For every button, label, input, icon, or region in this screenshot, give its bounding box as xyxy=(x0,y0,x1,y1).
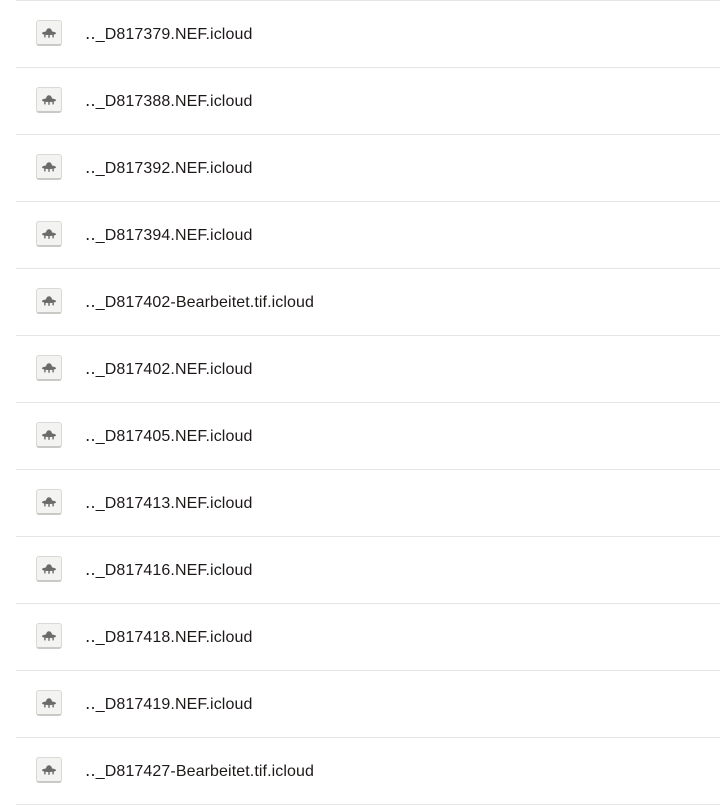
file-name[interactable]: ‥_D817394.NEF.icloud xyxy=(85,225,252,245)
file-row[interactable]: ‥_D817418.NEF.icloud xyxy=(16,604,720,671)
file-name[interactable]: ‥_D817419.NEF.icloud xyxy=(85,694,252,714)
file-row[interactable]: ‥_D817416.NEF.icloud xyxy=(16,537,720,604)
file-row[interactable]: ‥_D817392.NEF.icloud xyxy=(16,135,720,202)
file-row[interactable]: ‥_D817419.NEF.icloud xyxy=(16,671,720,738)
file-row[interactable]: ‥_D817402.NEF.icloud xyxy=(16,336,720,403)
file-row[interactable]: ‥_D817394.NEF.icloud xyxy=(16,202,720,269)
ufo-icon xyxy=(36,154,62,180)
file-name[interactable]: ‥_D817402-Bearbeitet.tif.icloud xyxy=(85,292,314,312)
ufo-icon xyxy=(36,221,62,247)
file-name[interactable]: ‥_D817418.NEF.icloud xyxy=(85,627,252,647)
file-list: ‥_D817379.NEF.icloud ‥_D817388.NEF.iclou… xyxy=(16,0,720,805)
file-row[interactable]: ‥_D817405.NEF.icloud xyxy=(16,403,720,470)
file-name[interactable]: ‥_D817416.NEF.icloud xyxy=(85,560,252,580)
file-row[interactable]: ‥_D817388.NEF.icloud xyxy=(16,68,720,135)
file-name[interactable]: ‥_D817402.NEF.icloud xyxy=(85,359,252,379)
ufo-icon xyxy=(36,422,62,448)
ufo-icon xyxy=(36,87,62,113)
ufo-icon xyxy=(36,556,62,582)
ufo-icon xyxy=(36,288,62,314)
file-row[interactable]: ‥_D817402-Bearbeitet.tif.icloud xyxy=(16,269,720,336)
file-row[interactable]: ‥_D817379.NEF.icloud xyxy=(16,1,720,68)
ufo-icon xyxy=(36,623,62,649)
file-name[interactable]: ‥_D817413.NEF.icloud xyxy=(85,493,252,513)
ufo-icon xyxy=(36,757,62,783)
ufo-icon xyxy=(36,355,62,381)
file-name[interactable]: ‥_D817427-Bearbeitet.tif.icloud xyxy=(85,761,314,781)
ufo-icon xyxy=(36,690,62,716)
file-name[interactable]: ‥_D817379.NEF.icloud xyxy=(85,24,252,44)
file-name[interactable]: ‥_D817405.NEF.icloud xyxy=(85,426,252,446)
file-row[interactable]: ‥_D817427-Bearbeitet.tif.icloud xyxy=(16,738,720,805)
file-name[interactable]: ‥_D817392.NEF.icloud xyxy=(85,158,252,178)
file-name[interactable]: ‥_D817388.NEF.icloud xyxy=(85,91,252,111)
ufo-icon xyxy=(36,489,62,515)
file-row[interactable]: ‥_D817413.NEF.icloud xyxy=(16,470,720,537)
ufo-icon xyxy=(36,20,62,46)
